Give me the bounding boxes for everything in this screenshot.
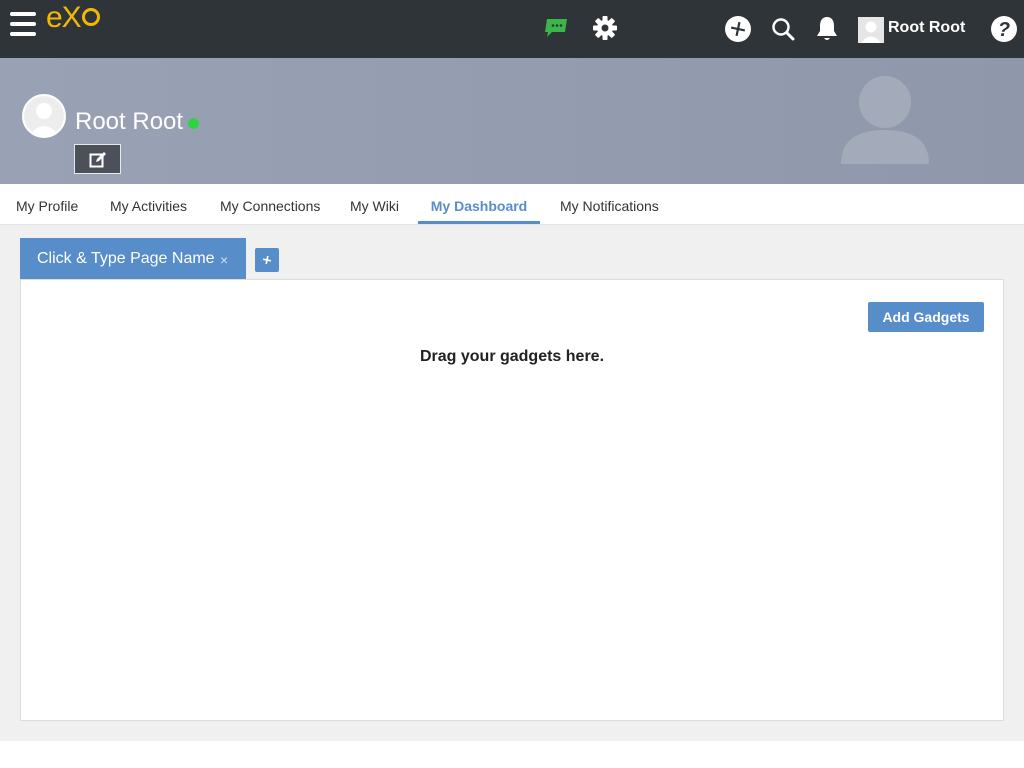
tab-my-profile[interactable]: My Profile: [16, 184, 78, 224]
edit-profile-button[interactable]: [74, 144, 121, 174]
tab-my-connections[interactable]: My Connections: [220, 184, 320, 224]
close-page-tab-icon[interactable]: ×: [220, 253, 232, 267]
dashboard-page-tab[interactable]: Click & Type Page Name: [20, 238, 246, 280]
hamburger-menu-icon[interactable]: [10, 12, 36, 38]
user-avatar-small: [858, 17, 884, 43]
top-navigation-bar: eX Root Root ?: [0, 0, 1024, 58]
tab-my-wiki[interactable]: My Wiki: [350, 184, 399, 224]
notification-bell-icon[interactable]: [815, 15, 839, 43]
profile-avatar[interactable]: [22, 94, 66, 138]
edit-icon: [89, 152, 106, 168]
profile-banner: Root Root: [0, 58, 1024, 184]
dashboard-area: Click & Type Page Name × Add Gadgets Dra…: [0, 225, 1024, 741]
chat-icon[interactable]: [544, 19, 568, 37]
search-icon[interactable]: [771, 17, 795, 41]
gadget-container: Add Gadgets Drag your gadgets here.: [20, 279, 1004, 721]
banner-user-silhouette-icon: [841, 76, 929, 164]
user-name: Root Root: [888, 19, 966, 36]
tab-my-notifications[interactable]: My Notifications: [560, 184, 659, 224]
user-menu[interactable]: Root Root: [858, 17, 965, 45]
svg-text:?: ?: [998, 19, 1010, 41]
add-content-icon[interactable]: [724, 15, 752, 43]
gear-icon[interactable]: [592, 15, 618, 41]
help-icon[interactable]: ?: [990, 15, 1018, 43]
empty-dashboard-message: Drag your gadgets here.: [419, 348, 605, 365]
user-avatar-icon: [858, 17, 884, 43]
profile-name: Root Root: [75, 108, 184, 135]
plus-icon: [262, 255, 272, 265]
profile-avatar-icon: [24, 96, 64, 136]
add-page-button[interactable]: [255, 248, 279, 272]
add-gadgets-button[interactable]: Add Gadgets: [868, 302, 984, 332]
tab-my-activities[interactable]: My Activities: [110, 184, 187, 224]
online-status-icon: [188, 118, 199, 129]
tab-my-dashboard[interactable]: My Dashboard: [418, 184, 540, 224]
exo-logo[interactable]: eX: [46, 1, 100, 35]
profile-tabs: My Profile My Activities My Connections …: [0, 184, 1024, 225]
